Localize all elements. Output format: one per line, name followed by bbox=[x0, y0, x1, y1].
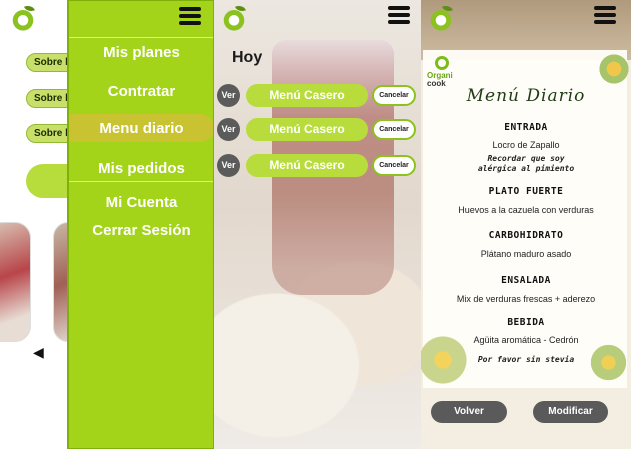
cancel-button[interactable]: Cancelar bbox=[372, 155, 416, 176]
menu-divider bbox=[69, 37, 213, 38]
section-note: Por favor sin stevia bbox=[477, 355, 575, 364]
menu-divider bbox=[69, 181, 213, 182]
food-card-1[interactable] bbox=[0, 222, 31, 342]
arrow-left-icon[interactable]: ◀ bbox=[33, 345, 44, 361]
back-button[interactable]: Volver bbox=[431, 401, 507, 423]
brand-logo: Organi cook bbox=[427, 56, 457, 88]
hamburger-menu-icon[interactable] bbox=[179, 7, 201, 25]
app-logo-icon bbox=[221, 6, 247, 32]
section-heading: BEBIDA bbox=[507, 317, 545, 328]
app-logo-icon bbox=[10, 6, 36, 32]
cancel-button[interactable]: Cancelar bbox=[372, 85, 416, 106]
storyboard: Sobre l Sobre l Sobre l ◀ Mis planes Con… bbox=[0, 0, 631, 449]
menu-item-mis-pedidos[interactable]: Mis pedidos bbox=[69, 160, 213, 177]
menu-item-contratar[interactable]: Contratar bbox=[69, 83, 213, 100]
section-item: Huevos a la cazuela con verduras bbox=[458, 205, 594, 215]
daily-menu-panel: Organi cook Menú Diario ENTRADA Locro de… bbox=[421, 0, 631, 449]
order-item[interactable]: Menú Casero bbox=[246, 118, 368, 141]
menu-title: Menú Diario bbox=[466, 86, 586, 106]
view-button[interactable]: Ver bbox=[217, 84, 240, 107]
today-orders-panel: Hoy Ver Menú Casero Cancelar Ver Menú Ca… bbox=[214, 0, 421, 449]
section-note: Recordar que soy alérgica al pimiento bbox=[477, 154, 575, 173]
cancel-button[interactable]: Cancelar bbox=[372, 119, 416, 140]
view-button[interactable]: Ver bbox=[217, 118, 240, 141]
menu-item-mi-cuenta[interactable]: Mi Cuenta bbox=[69, 194, 213, 211]
order-item[interactable]: Menú Casero bbox=[246, 84, 368, 107]
side-menu-panel: Mis planes Contratar Menu diario Mis ped… bbox=[67, 0, 214, 449]
edit-button[interactable]: Modificar bbox=[533, 401, 608, 423]
page-title: Hoy bbox=[232, 49, 263, 66]
sobre-button-3[interactable]: Sobre l bbox=[26, 124, 69, 143]
section-heading: PLATO FUERTE bbox=[488, 186, 564, 197]
section-heading: ENTRADA bbox=[504, 122, 548, 133]
section-item: Locro de Zapallo bbox=[492, 140, 560, 150]
menu-item-menu-diario[interactable]: Menu diario bbox=[69, 120, 213, 137]
section-heading: ENSALADA bbox=[501, 275, 551, 286]
menu-item-cerrar-sesion[interactable]: Cerrar Sesión bbox=[69, 222, 213, 239]
brand-logo-icon bbox=[435, 56, 449, 70]
order-item[interactable]: Menú Casero bbox=[246, 154, 368, 177]
view-button[interactable]: Ver bbox=[217, 154, 240, 177]
sobre-button-2[interactable]: Sobre l bbox=[26, 89, 69, 108]
menu-item-mis-planes[interactable]: Mis planes bbox=[69, 44, 213, 61]
app-logo-icon bbox=[428, 6, 454, 32]
sobre-button-1[interactable]: Sobre l bbox=[26, 53, 69, 72]
section-item: Plátano maduro asado bbox=[480, 249, 572, 259]
hamburger-menu-icon[interactable] bbox=[594, 6, 616, 24]
decoration-flower bbox=[597, 52, 631, 86]
primary-action-button[interactable] bbox=[26, 164, 69, 198]
section-heading: CARBOHIDRATO bbox=[488, 230, 564, 241]
home-screen-panel: Sobre l Sobre l Sobre l ◀ bbox=[0, 0, 70, 449]
hamburger-menu-icon[interactable] bbox=[388, 6, 410, 24]
section-item: Mix de verduras frescas + aderezo bbox=[456, 294, 596, 304]
section-item: Agüita aromática - Cedrón bbox=[473, 335, 579, 345]
